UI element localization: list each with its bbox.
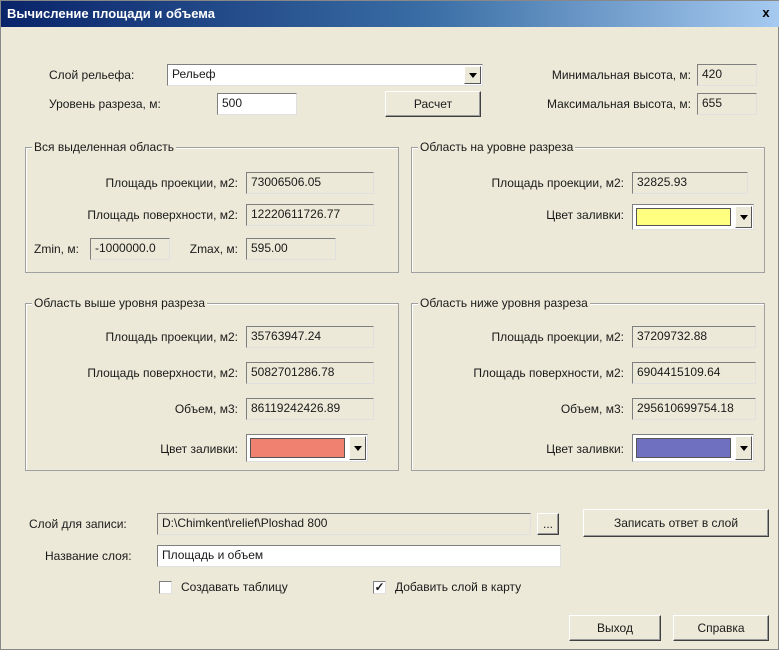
zmax-value: 595.00 [246, 238, 336, 260]
zmin-value: -1000000.0 [90, 238, 170, 260]
above-proj-value: 35763947.24 [246, 326, 374, 348]
browse-button[interactable]: ... [537, 513, 559, 535]
window-title: Вычисление площади и объема [7, 6, 215, 21]
add-to-map-checkbox[interactable]: ✓ [373, 581, 386, 594]
zmin-label: Zmin, м: [34, 242, 79, 256]
dialog-window: Вычисление площади и объема x Слой релье… [0, 0, 779, 650]
cut-proj-value: 32825.93 [632, 172, 748, 194]
cut-area-title: Область на уровне разреза [418, 140, 576, 154]
min-height-value: 420 [697, 64, 757, 86]
calc-button[interactable]: Расчет [385, 91, 481, 117]
above-vol-value: 86119242426.89 [246, 398, 374, 420]
below-proj-value: 37209732.88 [632, 326, 756, 348]
layer-name-input[interactable]: Площадь и объем [157, 545, 561, 567]
below-fill-swatch [636, 438, 731, 458]
chevron-down-icon[interactable] [735, 436, 752, 460]
max-height-value: 655 [697, 93, 757, 115]
cut-area-group: Область на уровне разреза Площадь проекц… [411, 140, 765, 273]
below-vol-value: 295610699754.18 [632, 398, 756, 420]
whole-proj-value: 73006506.05 [246, 172, 374, 194]
below-vol-label: Объем, м3: [560, 402, 624, 416]
write-answer-button[interactable]: Записать ответ в слой [583, 509, 769, 537]
cut-level-label: Уровень разреза, м: [49, 97, 161, 111]
write-layer-path: D:\Chimkent\relief\Ploshad 800 [157, 513, 531, 535]
above-fill-color-select[interactable] [246, 434, 368, 462]
cut-level-input[interactable]: 500 [217, 93, 297, 115]
chevron-down-icon[interactable] [464, 66, 481, 84]
above-fill-swatch [250, 438, 345, 458]
create-table-label: Создавать таблицу [181, 580, 288, 594]
layer-name-label: Название слоя: [45, 549, 132, 563]
cut-proj-label: Площадь проекции, м2: [491, 176, 624, 190]
zmax-label: Zmax, м: [189, 242, 238, 256]
above-surf-value: 5082701286.78 [246, 362, 374, 384]
above-area-group: Область выше уровня разреза Площадь прое… [25, 296, 399, 471]
below-proj-label: Площадь проекции, м2: [491, 330, 624, 344]
above-proj-label: Площадь проекции, м2: [105, 330, 238, 344]
cut-fill-label: Цвет заливки: [546, 208, 624, 222]
cut-fill-swatch [636, 208, 731, 226]
max-height-label: Максимальная высота, м: [546, 97, 691, 111]
whole-proj-label: Площадь проекции, м2: [105, 176, 238, 190]
close-icon[interactable]: x [758, 5, 774, 21]
exit-button[interactable]: Выход [569, 615, 661, 641]
above-surf-label: Площадь поверхности, м2: [87, 366, 238, 380]
cut-fill-color-select[interactable] [632, 204, 754, 230]
min-height-label: Минимальная высота, м: [551, 68, 691, 82]
relief-layer-select[interactable]: Рельеф [167, 64, 483, 86]
above-area-title: Область выше уровня разреза [32, 296, 208, 310]
whole-surf-label: Площадь поверхности, м2: [87, 208, 238, 222]
whole-area-title: Вся выделенная область [32, 140, 176, 154]
below-fill-color-select[interactable] [632, 434, 754, 462]
write-layer-label: Слой для записи: [29, 517, 127, 531]
below-area-group: Область ниже уровня разреза Площадь прое… [411, 296, 765, 471]
whole-surf-value: 12220611726.77 [246, 204, 374, 226]
below-fill-label: Цвет заливки: [546, 442, 624, 456]
below-surf-label: Площадь поверхности, м2: [473, 366, 624, 380]
chevron-down-icon[interactable] [349, 436, 366, 460]
relief-layer-label: Слой рельефа: [49, 68, 135, 82]
relief-layer-value: Рельеф [172, 67, 216, 81]
create-table-checkbox[interactable] [159, 581, 172, 594]
help-button[interactable]: Справка [673, 615, 769, 641]
above-fill-label: Цвет заливки: [160, 442, 238, 456]
below-area-title: Область ниже уровня разреза [418, 296, 590, 310]
chevron-down-icon[interactable] [735, 206, 752, 228]
above-vol-label: Объем, м3: [174, 402, 238, 416]
below-surf-value: 6904415109.64 [632, 362, 756, 384]
add-to-map-label: Добавить слой в карту [395, 580, 522, 594]
title-bar[interactable]: Вычисление площади и объема x [1, 1, 779, 27]
whole-area-group: Вся выделенная область Площадь проекции,… [25, 140, 399, 273]
